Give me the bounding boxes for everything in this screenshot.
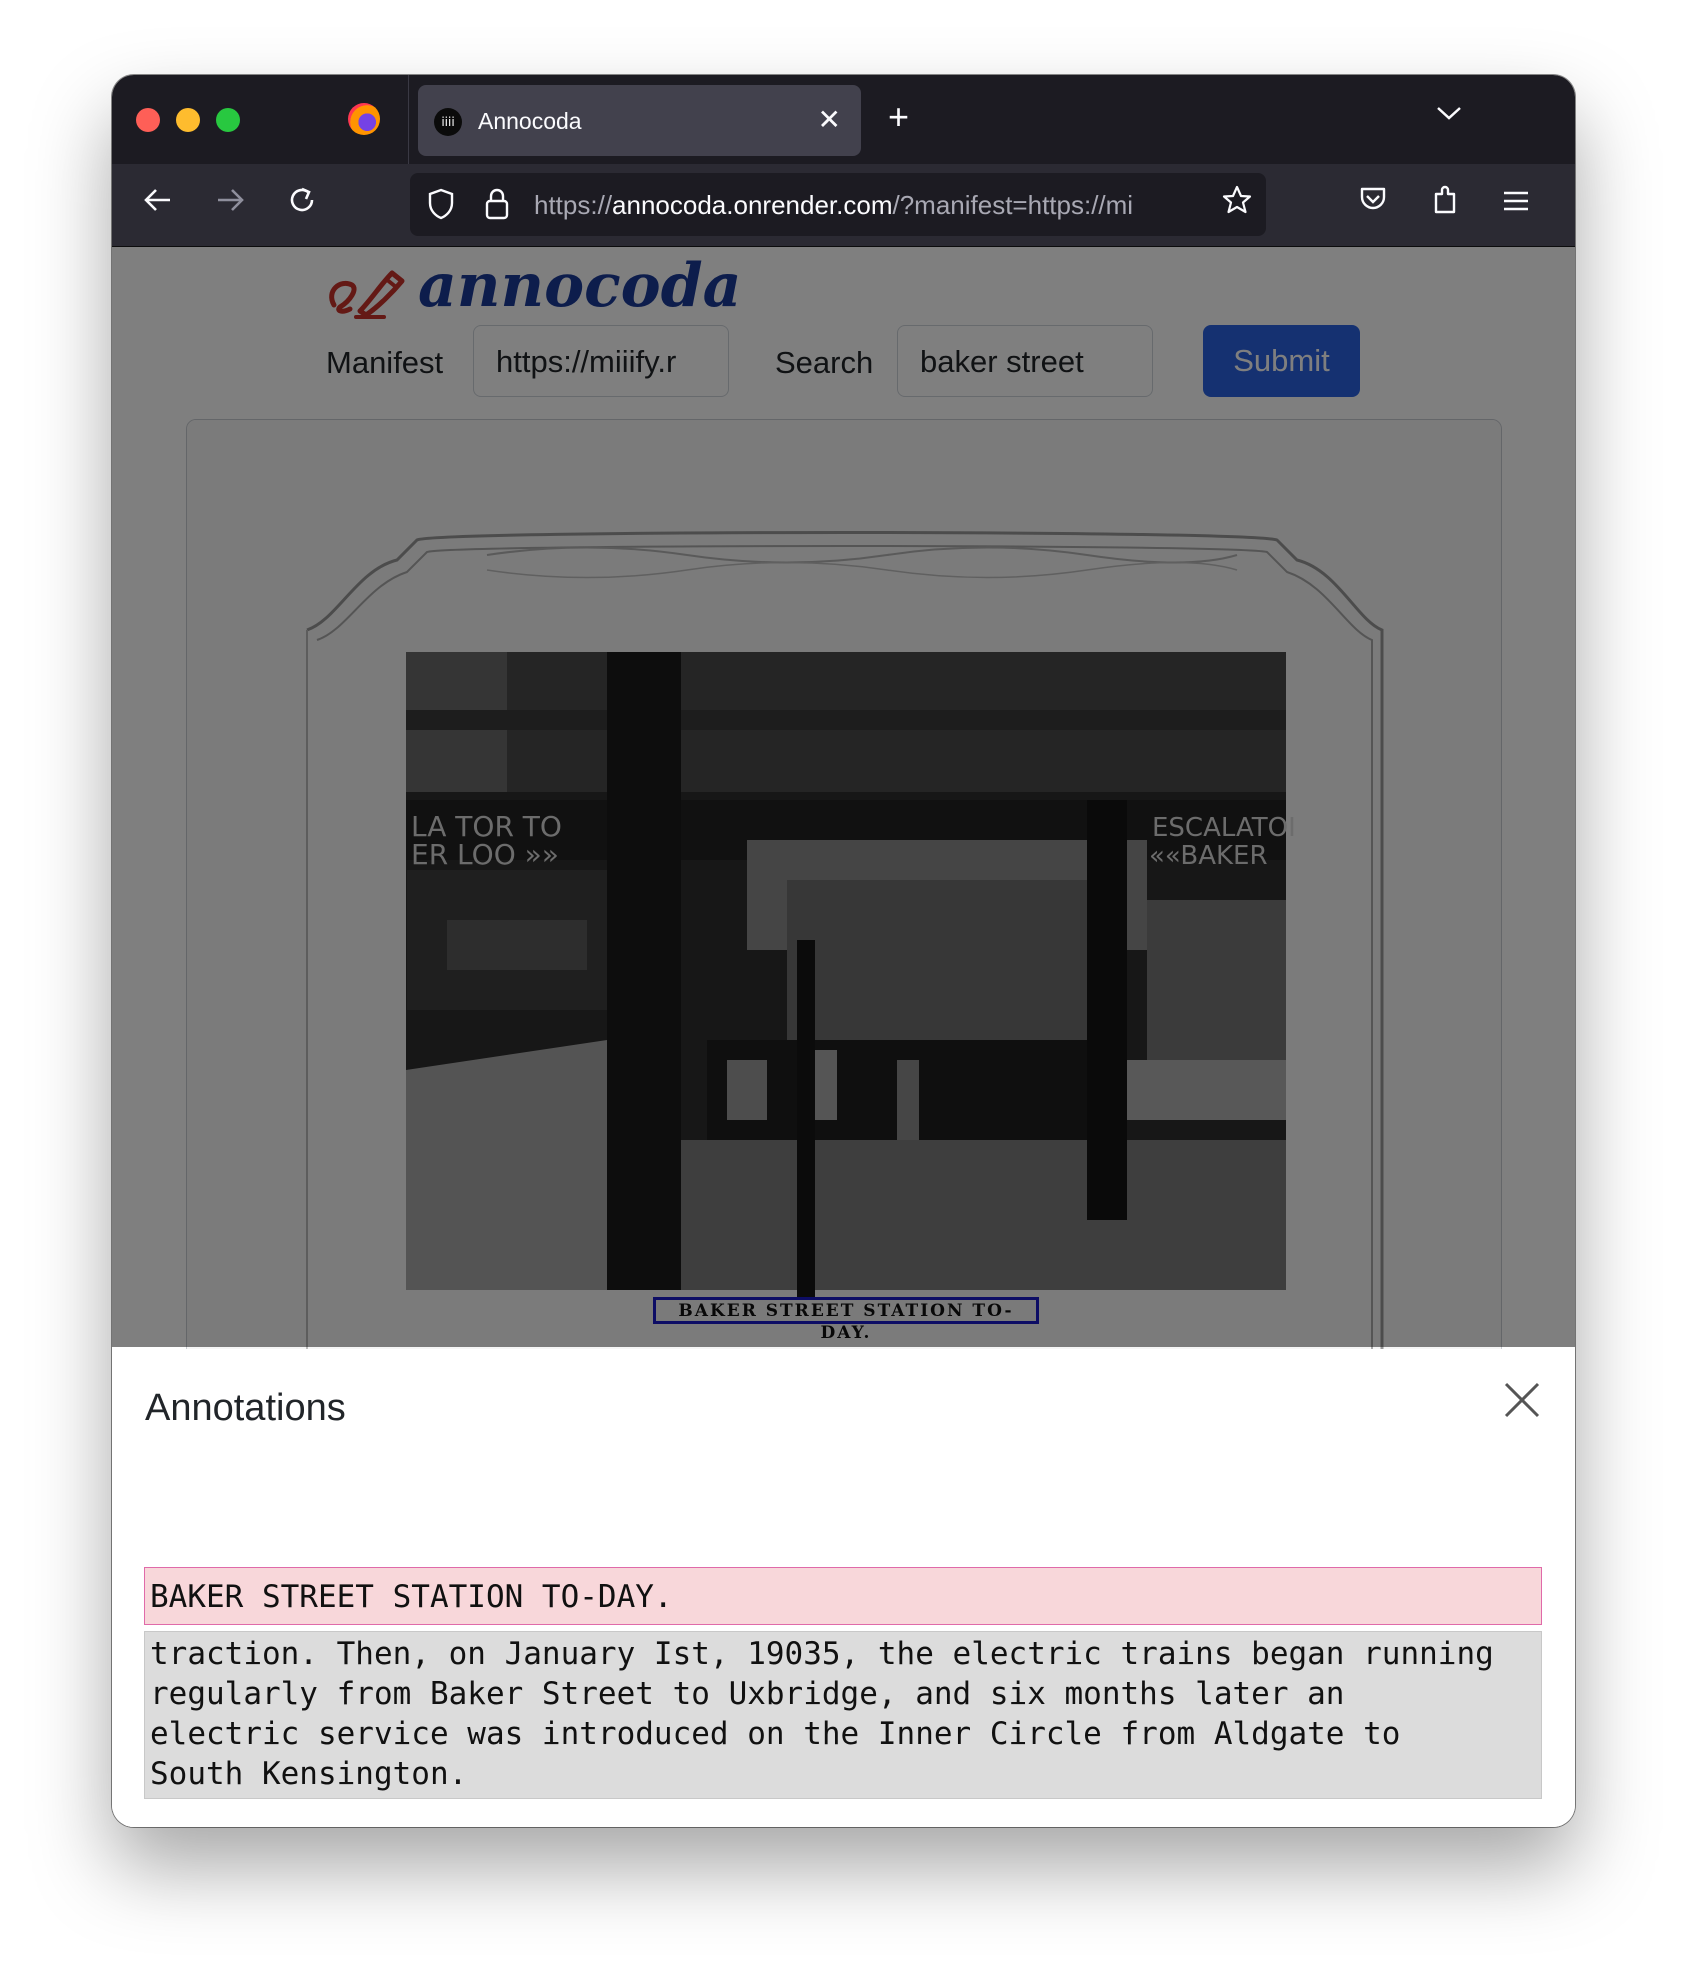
annotations-panel: Annotations BAKER STREET STATION TO-DAY.… (112, 1349, 1575, 1827)
tab-close-icon[interactable]: ✕ (818, 103, 841, 137)
lock-icon[interactable] (484, 187, 510, 221)
browser-window: iiii Annocoda ✕ + https://annocoda.onren… (112, 75, 1575, 1827)
new-tab-plus-icon[interactable]: + (888, 95, 909, 139)
close-window-button[interactable] (136, 108, 160, 132)
annotations-title: Annotations (145, 1387, 346, 1429)
tab-favicon-icon: iiii (434, 108, 462, 136)
tab-annocoda[interactable]: iiii Annocoda ✕ (418, 85, 861, 156)
tab-list-chevron-down-icon[interactable] (1435, 93, 1463, 133)
extensions-icon[interactable] (1430, 184, 1460, 227)
minimize-window-button[interactable] (176, 108, 200, 132)
hamburger-menu-icon[interactable] (1502, 184, 1530, 224)
firefox-view-icon[interactable] (348, 103, 380, 135)
tab-separator (408, 75, 409, 164)
url-fade (1170, 183, 1210, 227)
forward-arrow-icon[interactable] (214, 184, 246, 225)
shield-icon[interactable] (428, 188, 454, 220)
tab-title: Annocoda (478, 108, 582, 134)
url-text[interactable]: https://annocoda.onrender.com/?manifest=… (534, 188, 1206, 222)
url-scheme: https:// (534, 190, 613, 220)
page-viewport: annocoda Manifest https://miiify.r Searc… (112, 247, 1575, 1827)
maximize-window-button[interactable] (216, 108, 240, 132)
close-icon[interactable] (1501, 1379, 1543, 1421)
bookmark-star-icon[interactable] (1222, 185, 1252, 223)
offcanvas-backdrop[interactable] (112, 247, 1575, 1347)
reload-icon[interactable] (286, 184, 318, 225)
nav-toolbar: https://annocoda.onrender.com/?manifest=… (112, 164, 1575, 247)
url-bar[interactable]: https://annocoda.onrender.com/?manifest=… (410, 173, 1266, 236)
pocket-icon[interactable] (1358, 184, 1388, 225)
back-arrow-icon[interactable] (142, 184, 174, 225)
tab-bar: iiii Annocoda ✕ + (112, 75, 1575, 164)
url-host: annocoda.onrender.com (612, 190, 893, 220)
url-path: /?manifest=https://mi (892, 190, 1134, 220)
annotation-item-active[interactable]: BAKER STREET STATION TO-DAY. (144, 1567, 1542, 1625)
annotation-list: BAKER STREET STATION TO-DAY. traction. T… (144, 1567, 1542, 1799)
annotation-context-text: traction. Then, on January Ist, 19035, t… (144, 1631, 1542, 1799)
